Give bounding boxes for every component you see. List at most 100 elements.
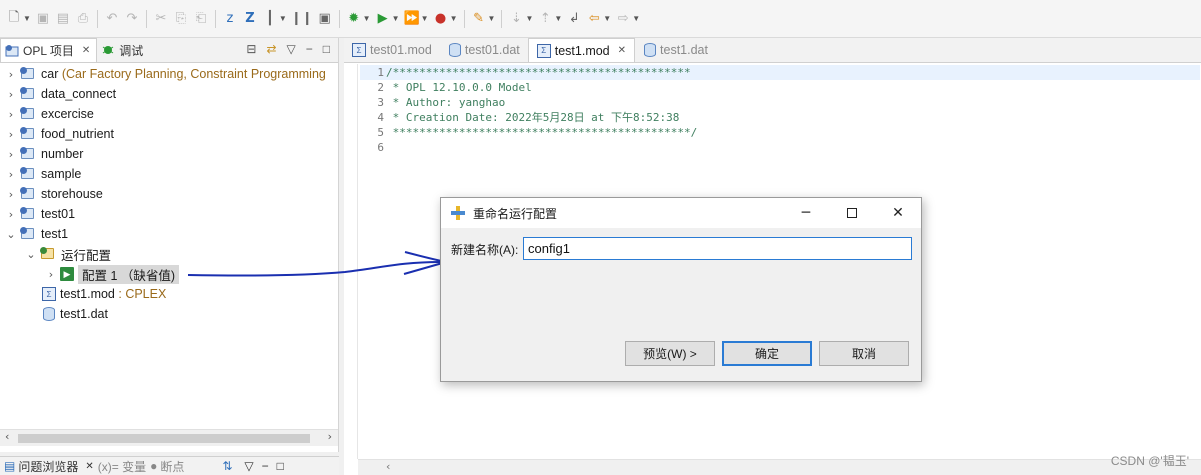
problems-icon: ▤ <box>4 459 16 473</box>
debug-icon[interactable]: ✹ <box>346 8 362 30</box>
redo-icon[interactable]: ↷ <box>124 8 140 30</box>
minimize-icon[interactable]: − <box>306 42 313 56</box>
tab-test1-dat[interactable]: test1.dat <box>635 38 716 62</box>
sort-icon[interactable]: ⇅ <box>222 459 232 473</box>
tree-item-run-configs[interactable]: ⌄ 运行配置 <box>24 244 111 264</box>
ok-button[interactable]: 确定 <box>722 341 812 366</box>
scroll-left-icon[interactable]: ‹ <box>386 460 390 473</box>
chevron-right-icon[interactable]: › <box>4 128 18 141</box>
scroll-right-icon[interactable]: › <box>328 430 332 443</box>
stop-dropdown-icon[interactable]: ▼ <box>450 14 458 23</box>
cut-icon[interactable]: ✂ <box>153 8 169 30</box>
vertical-toggle-icon[interactable]: ┃ <box>262 8 278 30</box>
tab-debug[interactable]: 调试 <box>97 38 149 62</box>
close-icon[interactable]: ✕ <box>85 461 93 472</box>
close-icon[interactable]: ✕ <box>82 45 90 56</box>
save-all-icon[interactable]: ▤ <box>55 8 71 30</box>
prev-annotation-dropdown-icon[interactable]: ▼ <box>554 14 562 23</box>
tab-breakpoints[interactable]: ● 断点 <box>150 458 184 475</box>
tree-item-sample[interactable]: › sample <box>4 164 81 184</box>
tree-item-excercise[interactable]: › excercise <box>4 104 94 124</box>
new-name-input[interactable] <box>523 237 912 260</box>
collapse-all-icon[interactable]: ⊟ <box>246 42 256 56</box>
maximize-icon[interactable]: □ <box>323 42 330 56</box>
chevron-right-icon[interactable]: › <box>4 148 18 161</box>
z-icon[interactable]: z <box>222 8 238 30</box>
last-edit-icon[interactable]: ↲ <box>566 8 582 30</box>
tree-item-test01[interactable]: › test01 <box>4 204 75 224</box>
tree-item-test1[interactable]: ⌄ test1 <box>4 224 68 244</box>
tree-item-label: food_nutrient <box>41 127 114 141</box>
run-icon[interactable]: ▶ <box>375 8 391 30</box>
debug-dropdown-icon[interactable]: ▼ <box>363 14 371 23</box>
chevron-right-icon[interactable]: › <box>4 88 18 101</box>
undo-icon[interactable]: ↶ <box>104 8 120 30</box>
tab-test01-dat[interactable]: test01.dat <box>440 38 528 62</box>
chevron-right-icon[interactable]: › <box>44 268 58 281</box>
tab-opl-projects[interactable]: OPL 项目 ✕ <box>0 38 98 62</box>
tree-item-number[interactable]: › number <box>4 144 83 164</box>
maximize-icon[interactable]: □ <box>277 459 284 473</box>
next-annotation-icon[interactable]: ⇣ <box>508 8 524 30</box>
tree-item-test1-mod[interactable]: Σ test1.mod : CPLEX <box>40 284 166 304</box>
preview-button[interactable]: 预览(W) > <box>625 341 715 366</box>
paste-icon[interactable]: ⎗ <box>193 8 209 30</box>
next-annotation-dropdown-icon[interactable]: ▼ <box>525 14 533 23</box>
chevron-right-icon[interactable]: › <box>4 68 18 81</box>
copy-icon[interactable]: ⎘ <box>173 8 189 30</box>
chevron-right-icon[interactable]: › <box>4 168 18 181</box>
close-icon[interactable]: ✕ <box>875 198 921 228</box>
chevron-down-icon[interactable]: ⌄ <box>4 228 18 241</box>
tools-dropdown-icon[interactable]: ▼ <box>488 14 496 23</box>
tab-test01-mod[interactable]: Σ test01.mod <box>344 38 440 62</box>
maximize-icon[interactable] <box>829 198 875 228</box>
new-dropdown-icon[interactable]: ▼ <box>23 14 31 23</box>
tab-variables[interactable]: (x)= 变量 <box>98 458 146 475</box>
save-icon[interactable]: ▣ <box>35 8 51 30</box>
cancel-button[interactable]: 取消 <box>819 341 909 366</box>
tree-item-food-nutrient[interactable]: › food_nutrient <box>4 124 114 144</box>
scroll-left-icon[interactable]: ‹ <box>5 430 9 443</box>
tab-label: 断点 <box>160 459 185 474</box>
line-text: * Author: yanghao <box>386 96 506 109</box>
forward-dropdown-icon[interactable]: ▼ <box>632 14 640 23</box>
run-dropdown-icon[interactable]: ▼ <box>392 14 400 23</box>
stop-icon[interactable]: ● <box>433 8 449 30</box>
run-config-icon[interactable]: ⏩ <box>403 8 419 30</box>
view-menu-icon[interactable]: ▽ <box>287 42 296 56</box>
tab-test1-mod[interactable]: Σ test1.mod ✕ <box>527 38 636 62</box>
code-editor[interactable]: 1/**************************************… <box>360 65 1200 155</box>
minimize-icon[interactable]: − <box>262 459 269 473</box>
link-editor-icon[interactable]: ⇄ <box>266 42 276 56</box>
chevron-down-icon[interactable]: ⌄ <box>24 248 38 261</box>
tree-item-test1-dat[interactable]: test1.dat <box>40 304 108 324</box>
tree-item-storehouse[interactable]: › storehouse <box>4 184 103 204</box>
minimize-icon[interactable]: ─ <box>783 198 829 228</box>
view-menu-icon[interactable]: ▽ <box>244 459 253 473</box>
toggle-dropdown-icon[interactable]: ▼ <box>279 14 287 23</box>
column-icon[interactable]: ❙❙ <box>291 8 313 30</box>
tab-problems[interactable]: ▤ 问题浏览器 ✕ <box>4 458 94 475</box>
close-icon[interactable]: ✕ <box>618 45 626 56</box>
back-dropdown-icon[interactable]: ▼ <box>603 14 611 23</box>
tree-item-data-connect[interactable]: › data_connect <box>4 84 116 104</box>
tree-item-car[interactable]: › car (Car Factory Planning, Constraint … <box>4 64 326 84</box>
horizontal-scrollbar[interactable]: ‹ › <box>0 429 338 446</box>
print-icon[interactable]: ⎙ <box>75 8 91 30</box>
scroll-thumb[interactable] <box>18 434 310 443</box>
chevron-right-icon[interactable]: › <box>4 208 18 221</box>
tree-item-config-1[interactable]: › ▶ 配置 1 （缺省值) <box>44 264 180 284</box>
run-config-icon: ▶ <box>60 267 74 281</box>
nav-back-icon[interactable]: ⇦ <box>586 8 602 30</box>
new-icon[interactable]: 🗋 <box>6 8 22 30</box>
run-config-dropdown-icon[interactable]: ▼ <box>421 14 429 23</box>
tools-icon[interactable]: ✎ <box>471 8 487 30</box>
chevron-right-icon[interactable]: › <box>4 108 18 121</box>
chevron-right-icon[interactable]: › <box>4 188 18 201</box>
editor-horizontal-scrollbar[interactable]: ‹ <box>358 459 1201 475</box>
nav-forward-icon[interactable]: ⇨ <box>615 8 631 30</box>
app-icon <box>451 206 465 220</box>
z-bold-icon[interactable]: Z <box>242 8 258 30</box>
block-icon[interactable]: ▣ <box>317 8 333 30</box>
prev-annotation-icon[interactable]: ⇡ <box>537 8 553 30</box>
